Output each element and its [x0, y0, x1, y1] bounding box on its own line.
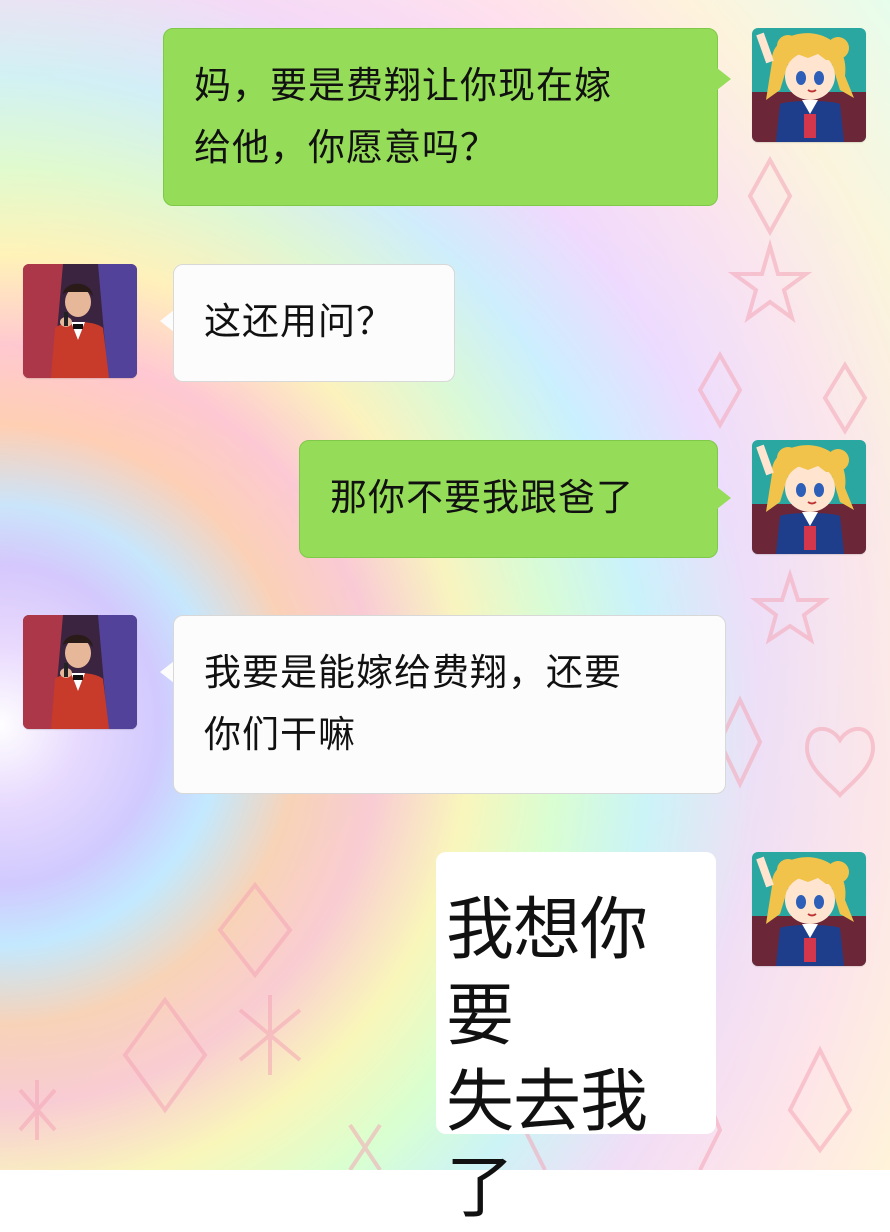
bubble-tail	[717, 487, 731, 509]
sent-message-bubble[interactable]: 妈，要是费翔让你现在嫁 给他，你愿意吗？	[163, 28, 718, 206]
message-text: 我要是能嫁给费翔，还要 你们干嘛	[204, 651, 622, 756]
bubble-tail	[160, 661, 174, 683]
sticker-text: 我想你要 失去我了	[446, 891, 648, 1228]
bubble-tail	[160, 310, 174, 332]
message-row-2: 这还用问？	[0, 250, 890, 400]
mom-avatar-icon[interactable]	[23, 615, 137, 729]
sent-message-bubble[interactable]: 那你不要我跟爸了	[299, 440, 718, 558]
me-avatar-icon[interactable]	[752, 440, 866, 554]
received-message-bubble[interactable]: 我要是能嫁给费翔，还要 你们干嘛	[173, 615, 726, 794]
bubble-tail	[717, 68, 731, 90]
message-text: 这还用问？	[204, 300, 394, 343]
received-message-bubble[interactable]: 这还用问？	[173, 264, 455, 382]
me-avatar-icon[interactable]	[752, 852, 866, 966]
message-row-1: 妈，要是费翔让你现在嫁 给他，你愿意吗？	[0, 0, 890, 220]
message-row-4: 我要是能嫁给费翔，还要 你们干嘛	[0, 600, 890, 810]
message-text: 妈，要是费翔让你现在嫁 给他，你愿意吗？	[194, 64, 612, 169]
me-avatar-icon[interactable]	[752, 28, 866, 142]
message-text: 那你不要我跟爸了	[330, 476, 634, 519]
mom-avatar-icon[interactable]	[23, 264, 137, 378]
sticker-message[interactable]: 我想你要 失去我了	[436, 852, 716, 1228]
message-row-3: 那你不要我跟爸了	[0, 430, 890, 580]
